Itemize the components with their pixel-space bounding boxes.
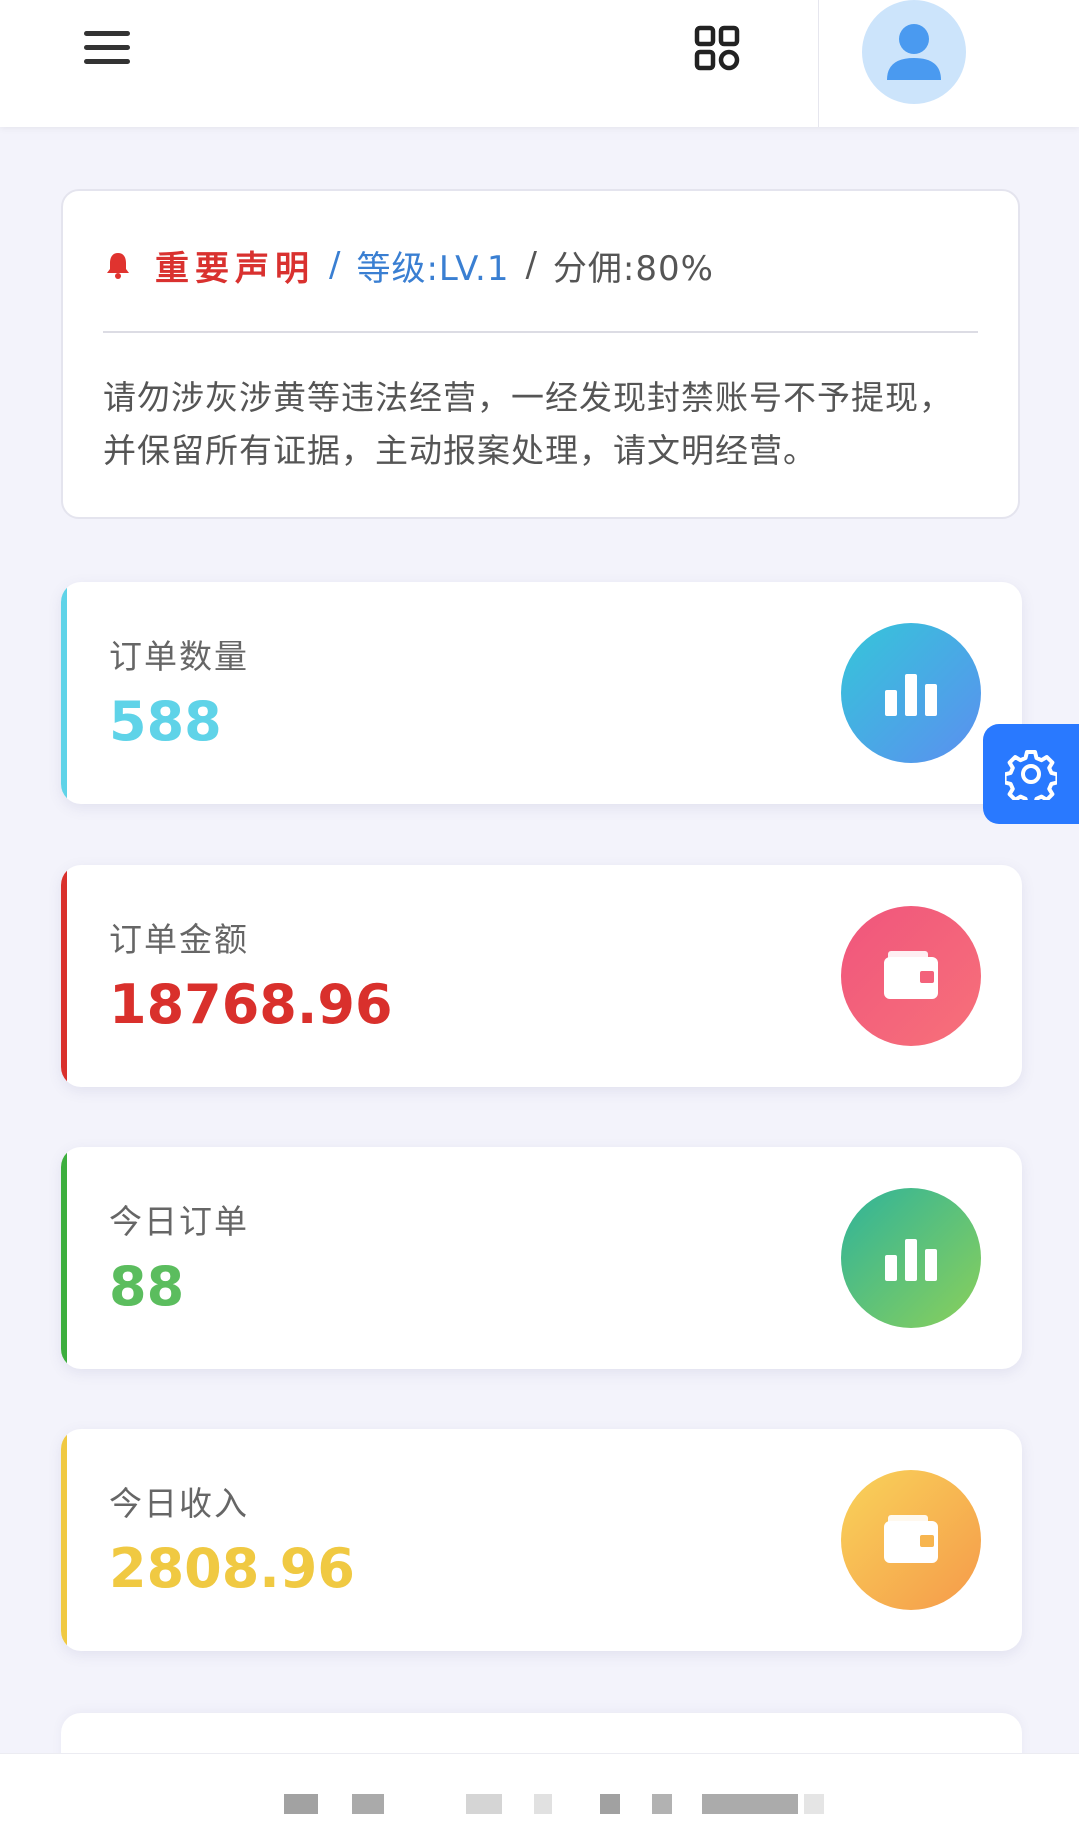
stat-card-order-amount[interactable]: 订单金额 18768.96: [61, 865, 1022, 1087]
obscured-content: [804, 1794, 824, 1814]
hamburger-menu-icon[interactable]: [84, 28, 132, 68]
accent-bar: [61, 582, 67, 804]
stat-icon-circle: [841, 1188, 981, 1328]
stat-label: 今日收入: [109, 1484, 249, 1523]
stat-card-today-orders[interactable]: 今日订单 88: [61, 1147, 1022, 1369]
stat-label: 订单金额: [109, 920, 249, 959]
accent-bar: [61, 1429, 67, 1651]
obscured-content: [352, 1794, 384, 1814]
notice-card: 重要声明 / 等级:LV.1 / 分佣:80% 请勿涉灰涉黄等违法经营，一经发现…: [61, 189, 1020, 519]
user-avatar-icon: [887, 24, 941, 80]
notice-body: 请勿涉灰涉黄等违法经营，一经发现封禁账号不予提现，并保留所有证据，主动报案处理，…: [103, 378, 953, 470]
notice-separator: /: [525, 245, 537, 285]
header-divider: [818, 0, 819, 127]
stat-icon-circle: [841, 1470, 981, 1610]
notice-divider: [103, 331, 978, 333]
stat-value: 588: [109, 690, 222, 753]
bar-chart-icon: [885, 1239, 937, 1281]
accent-bar: [61, 1147, 67, 1369]
obscured-content: [466, 1794, 502, 1814]
stat-label: 订单数量: [109, 637, 249, 676]
stat-label: 今日订单: [109, 1202, 249, 1241]
commission-text: 分佣:80%: [552, 248, 714, 289]
obscured-content: [534, 1794, 552, 1814]
obscured-content: [284, 1794, 318, 1814]
gear-icon: [1005, 750, 1057, 800]
notice-separator: /: [329, 245, 341, 285]
stat-value: 18768.96: [109, 973, 393, 1036]
stat-card-order-count[interactable]: 订单数量 588: [61, 582, 1022, 804]
bar-chart-icon: [885, 674, 937, 716]
level-text: 等级:LV.1: [356, 248, 510, 289]
notice-title: 重要声明: [155, 248, 315, 289]
stat-card-today-income[interactable]: 今日收入 2808.96: [61, 1429, 1022, 1651]
stat-icon-circle: [841, 906, 981, 1046]
obscured-content: [652, 1794, 672, 1814]
stat-icon-circle: [841, 623, 981, 763]
user-avatar[interactable]: [862, 0, 966, 104]
accent-bar: [61, 865, 67, 1087]
bottom-bar: [0, 1753, 1079, 1842]
bell-icon: [107, 253, 129, 279]
obscured-content: [600, 1794, 620, 1814]
app-grid-icon[interactable]: [694, 25, 740, 71]
top-header: [0, 0, 1079, 127]
notice-header: 重要声明 / 等级:LV.1 / 分佣:80%: [103, 243, 714, 289]
wallet-icon: [884, 1515, 938, 1563]
floating-settings-button[interactable]: [983, 724, 1079, 824]
stat-value: 2808.96: [109, 1537, 355, 1600]
stat-value: 88: [109, 1255, 185, 1318]
obscured-content: [702, 1794, 798, 1814]
wallet-icon: [884, 951, 938, 999]
